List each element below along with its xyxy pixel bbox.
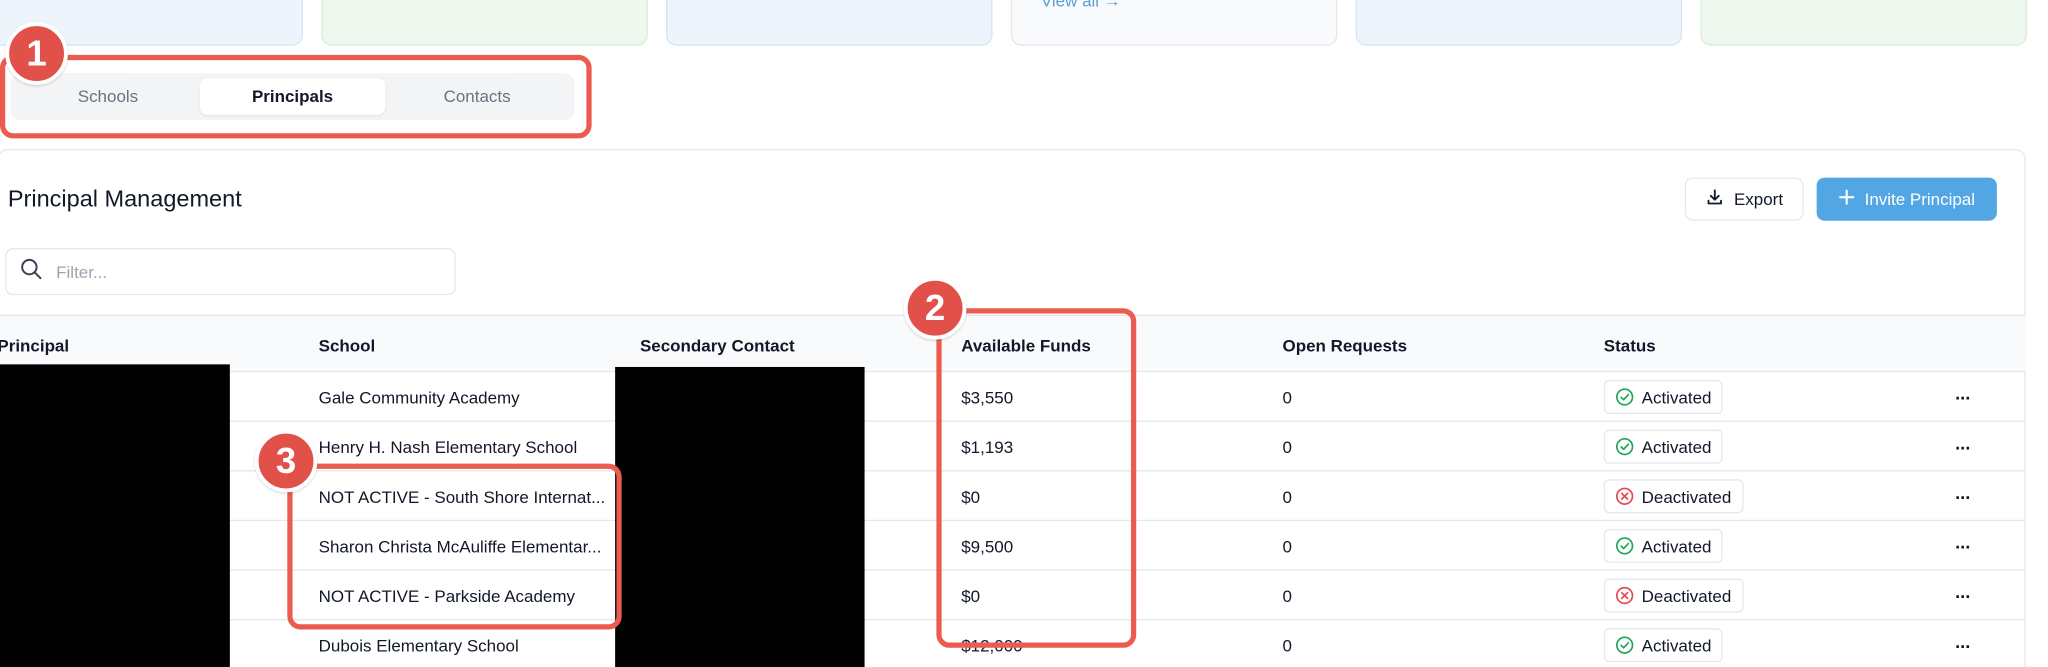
annotation-marker-2: 2	[903, 276, 967, 340]
annotation-marker-1: 1	[5, 22, 68, 85]
open-requests-cell: 0	[1282, 437, 1292, 458]
row-menu-button[interactable]: ...	[1955, 383, 1970, 404]
column-header-secondary-contact[interactable]: Secondary Contact	[640, 336, 795, 356]
redacted-secondary-contacts	[615, 366, 865, 667]
check-circle-icon	[1615, 388, 1634, 406]
status-badge: Deactivated	[1603, 479, 1744, 514]
filter-input[interactable]	[56, 261, 422, 282]
row-menu-button[interactable]: ...	[1955, 631, 1970, 652]
school-cell: Dubois Elementary School	[318, 636, 519, 656]
invite-principal-button[interactable]: Invite Principal	[1816, 177, 1997, 221]
open-requests-cell: 0	[1282, 387, 1292, 408]
status-label: Activated	[1641, 387, 1712, 407]
row-menu-button[interactable]: ...	[1955, 432, 1970, 453]
check-circle-icon	[1615, 537, 1634, 555]
open-requests-cell: 0	[1282, 636, 1292, 656]
column-header-principal[interactable]: Principal	[0, 336, 69, 356]
row-menu-button[interactable]: ...	[1955, 532, 1970, 553]
status-label: Deactivated	[1641, 486, 1732, 507]
summary-card[interactable]	[321, 0, 648, 46]
summary-card[interactable]	[666, 0, 993, 46]
export-label: Export	[1733, 189, 1784, 209]
summary-card: View all →	[1010, 0, 1338, 46]
annotation-box-schools	[287, 463, 622, 630]
status-label: Deactivated	[1641, 585, 1732, 606]
school-cell: Gale Community Academy	[318, 387, 520, 408]
download-icon	[1705, 188, 1723, 210]
screen-root: View all → Schools Principals Contacts P…	[0, 0, 2048, 667]
status-badge: Activated	[1603, 528, 1724, 563]
status-label: Activated	[1641, 536, 1712, 556]
view-all-link[interactable]: View all →	[1041, 0, 1121, 10]
summary-card[interactable]	[1355, 0, 1683, 46]
status-badge: Deactivated	[1603, 578, 1744, 613]
status-label: Activated	[1641, 635, 1712, 655]
school-cell: Henry H. Nash Elementary School	[318, 437, 578, 458]
row-menu-button[interactable]: ...	[1955, 581, 1970, 602]
status-label: Activated	[1641, 436, 1712, 457]
search-icon	[20, 257, 44, 287]
redacted-principal-names	[0, 364, 230, 667]
annotation-marker-3: 3	[254, 429, 318, 493]
invite-principal-label: Invite Principal	[1864, 189, 1976, 209]
open-requests-cell: 0	[1282, 536, 1292, 557]
annotation-box-tabs	[0, 54, 592, 139]
plus-icon	[1838, 189, 1854, 209]
export-button[interactable]: Export	[1684, 177, 1804, 221]
check-circle-icon	[1615, 636, 1634, 654]
annotation-box-funds	[936, 308, 1137, 648]
status-badge: Activated	[1603, 429, 1724, 464]
column-header-status[interactable]: Status	[1604, 336, 1656, 356]
check-circle-icon	[1615, 437, 1634, 456]
page-title: Principal Management	[7, 185, 242, 212]
open-requests-cell: 0	[1282, 586, 1292, 606]
x-circle-icon	[1615, 586, 1634, 605]
column-header-open-requests[interactable]: Open Requests	[1282, 336, 1407, 356]
summary-card[interactable]	[1700, 0, 2027, 46]
column-header-school[interactable]: School	[319, 336, 376, 356]
status-badge: Activated	[1603, 628, 1724, 663]
status-badge: Activated	[1603, 380, 1724, 415]
row-menu-button[interactable]: ...	[1955, 482, 1970, 503]
open-requests-cell: 0	[1282, 487, 1292, 507]
filter-field	[5, 248, 456, 296]
x-circle-icon	[1615, 487, 1634, 505]
